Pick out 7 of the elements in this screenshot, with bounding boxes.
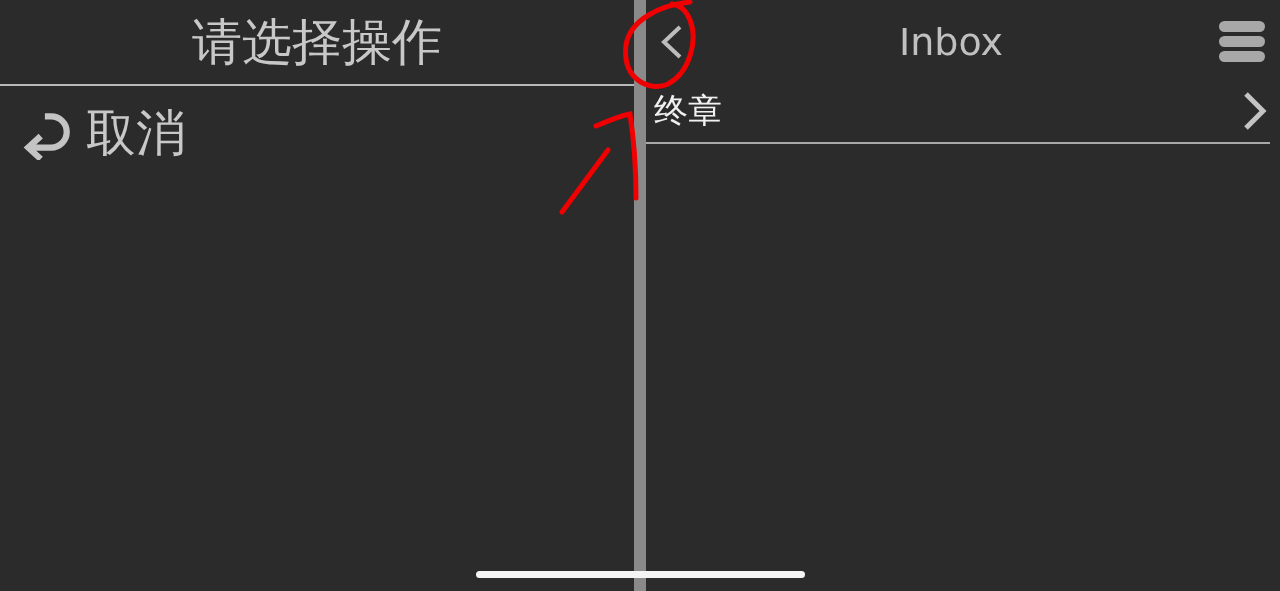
cancel-action[interactable]: 取消 — [0, 86, 634, 167]
menu-button[interactable] — [1218, 20, 1266, 64]
mailbox-title: Inbox — [899, 20, 1003, 64]
folder-row[interactable]: 终章 — [646, 84, 1270, 144]
menu-icon — [1218, 20, 1266, 64]
panel-title: 请选择操作 — [192, 11, 442, 73]
chevron-right-icon — [1242, 91, 1268, 131]
